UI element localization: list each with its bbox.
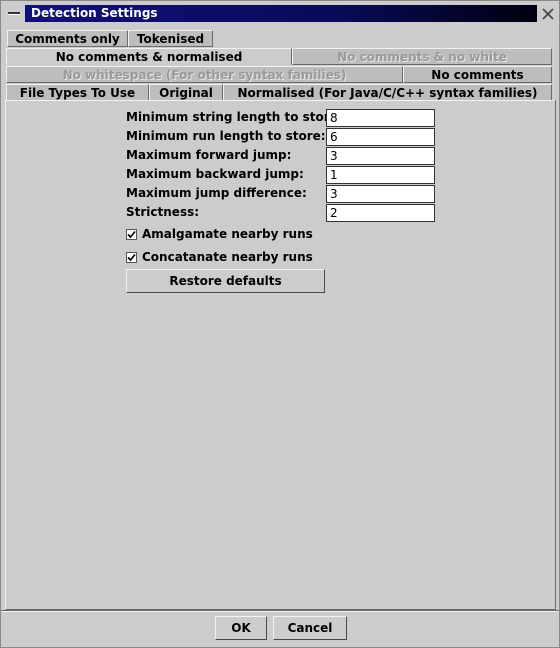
close-icon[interactable]	[539, 5, 557, 22]
tab-no-comments-normalised[interactable]: No comments & normalised	[6, 48, 292, 65]
ok-button[interactable]: OK	[215, 616, 267, 640]
max-backward-jump-label: Maximum backward jump:	[126, 167, 304, 181]
tab-tokenised[interactable]: Tokenised	[128, 30, 213, 47]
footer-divider-highlight	[1, 611, 559, 612]
concatanate-checkbox[interactable]: Concatanate nearby runs	[126, 250, 313, 264]
detection-settings-window: Detection Settings Comments only Tokenis…	[0, 0, 560, 648]
max-backward-jump-field[interactable]	[326, 166, 435, 184]
window-menu-icon[interactable]	[5, 5, 23, 21]
min-string-length-field[interactable]	[326, 109, 435, 127]
concatanate-label: Concatanate nearby runs	[142, 250, 313, 264]
strictness-label: Strictness:	[126, 205, 200, 219]
max-jump-difference-label: Maximum jump difference:	[126, 186, 307, 200]
title-bar-fill: Detection Settings	[25, 5, 537, 22]
strictness-field[interactable]	[326, 204, 435, 222]
amalgamate-label: Amalgamate nearby runs	[142, 227, 313, 241]
min-run-length-field[interactable]	[326, 128, 435, 146]
tab-file-types-to-use[interactable]: File Types To Use	[6, 84, 149, 101]
tab-original[interactable]: Original	[149, 84, 223, 101]
checkmark-icon	[126, 228, 137, 240]
restore-defaults-button[interactable]: Restore defaults	[126, 269, 325, 293]
min-string-length-label: Minimum string length to store:	[126, 110, 343, 124]
tab-no-comments-no-white: No comments & no white	[292, 48, 552, 65]
min-run-length-label: Minimum run length to store:	[126, 129, 326, 143]
max-forward-jump-field[interactable]	[326, 147, 435, 165]
title-bar: Detection Settings	[1, 1, 559, 25]
tab-comments-only[interactable]: Comments only	[7, 30, 128, 47]
cancel-button[interactable]: Cancel	[273, 616, 347, 640]
max-jump-difference-field[interactable]	[326, 185, 435, 203]
window-title: Detection Settings	[31, 6, 158, 20]
tab-no-comments[interactable]: No comments	[403, 66, 552, 83]
max-forward-jump-label: Maximum forward jump:	[126, 148, 292, 162]
checkmark-icon	[126, 251, 137, 263]
amalgamate-checkbox[interactable]: Amalgamate nearby runs	[126, 227, 313, 241]
tab-no-whitespace: No whitespace (For other syntax families…	[6, 66, 403, 83]
tab-normalised[interactable]: Normalised (For Java/C/C++ syntax famili…	[223, 84, 552, 101]
